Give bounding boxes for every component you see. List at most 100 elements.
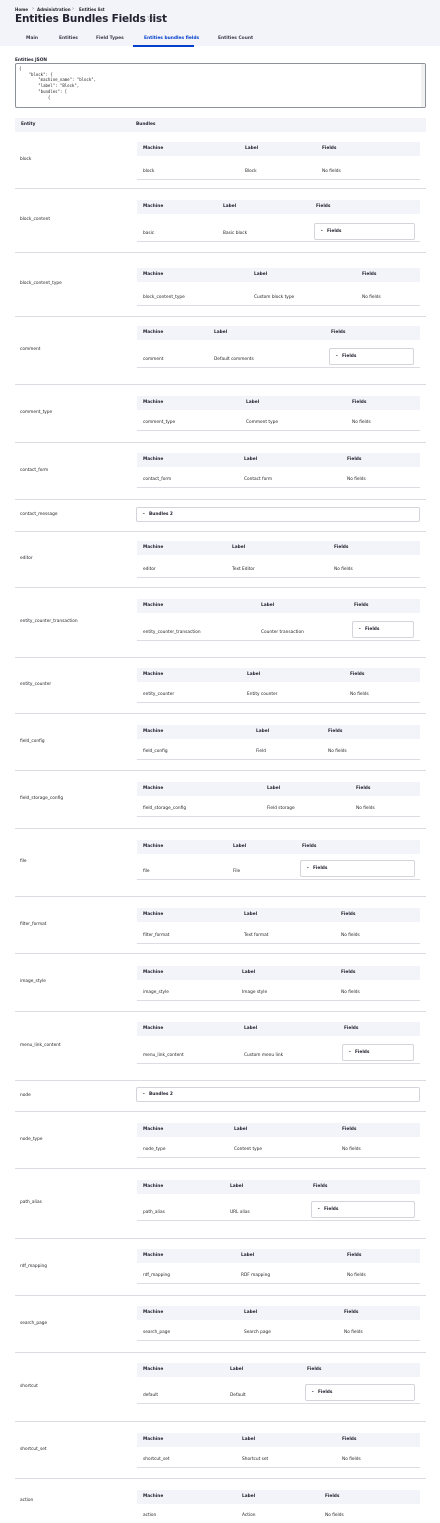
- active-tab-indicator: [133, 45, 194, 47]
- bundle-row-divider: [137, 430, 420, 431]
- entity-name: file: [20, 859, 27, 864]
- entity-name: search_page: [20, 1320, 48, 1326]
- bundle-label: Field storage: [267, 806, 295, 811]
- bundle-label: URL alias: [230, 1210, 250, 1215]
- bundle-label: Block: [245, 169, 257, 174]
- bundle-machine-name: comment_type: [143, 420, 176, 425]
- bundle-row-divider: [137, 241, 420, 242]
- tab-field-types[interactable]: Field Types: [96, 36, 124, 41]
- bundle-header-machine: Machine: [143, 1494, 164, 1499]
- bundle-row-divider: [137, 487, 420, 488]
- bundles-summary-label: Bundles 2: [149, 512, 173, 517]
- bundle-header-fields: Fields: [354, 603, 369, 608]
- table-header: Entity Bundles: [15, 118, 426, 132]
- column-header-bundles: Bundles: [136, 122, 156, 127]
- chevron-down-icon: ⌄: [306, 865, 310, 870]
- chevron-down-icon: ⌄: [142, 1091, 146, 1096]
- bundle-header-fields: Fields: [307, 1367, 322, 1372]
- row-divider: [15, 1478, 426, 1479]
- bundle-header-fields: Fields: [328, 729, 343, 734]
- bundle-row-divider: [137, 759, 420, 760]
- bundle-label: Text Editor: [232, 567, 255, 572]
- bundle-header-label: Label: [233, 844, 247, 849]
- fields-toggle[interactable]: ⌄ Fields: [352, 621, 414, 638]
- row-divider: [15, 1352, 426, 1353]
- bundle-label: Content type: [234, 1147, 263, 1152]
- bundle-header-label: Label: [245, 146, 259, 151]
- bundle-row-divider: [137, 943, 420, 944]
- bundle-row-divider: [137, 702, 420, 703]
- breadcrumb-home[interactable]: Home: [15, 7, 28, 12]
- tab-main[interactable]: Main: [26, 36, 38, 41]
- row-divider: [15, 657, 426, 658]
- entity-name: node_type: [20, 1136, 43, 1142]
- row-divider: [15, 587, 426, 588]
- row-divider: [15, 828, 426, 829]
- bundle-row-divider: [137, 1220, 420, 1221]
- bundle-table-header: Machine Label Fields: [137, 1123, 420, 1137]
- tab-entities[interactable]: Entities: [59, 36, 78, 41]
- fields-toggle[interactable]: ⌄ Fields: [342, 1044, 414, 1061]
- fields-toggle[interactable]: ⌄ Fields: [311, 1201, 415, 1218]
- bundle-machine-name: action: [143, 1513, 157, 1518]
- bundle-machine-name: entity_counter: [143, 692, 175, 697]
- bundle-header-machine: Machine: [143, 204, 164, 209]
- bundle-fields-value: No fields: [347, 1273, 366, 1278]
- bundle-header-fields: Fields: [350, 672, 365, 677]
- chevron-down-icon: ⌄: [142, 511, 146, 516]
- bundle-table-header: Machine Label Fields: [137, 326, 420, 340]
- bundle-fields-value: No fields: [342, 1457, 361, 1462]
- bundle-header-label: Label: [234, 1127, 248, 1132]
- bundle-header-label: Label: [241, 1253, 255, 1258]
- row-divider: [15, 499, 426, 500]
- tab-entities-bundles-fields[interactable]: Entities bundles fields: [144, 36, 199, 41]
- bundles-summary-toggle[interactable]: ⌄ Bundles 2: [136, 1087, 420, 1102]
- chevron-down-icon: ⌄: [348, 1049, 352, 1054]
- bundle-label: Field: [256, 749, 266, 754]
- fields-toggle[interactable]: ⌄ Fields: [314, 223, 415, 240]
- breadcrumb-separator-icon: ›: [32, 6, 34, 12]
- bundle-header-label: Label: [214, 330, 228, 335]
- bundle-table-header: Machine Label Fields: [137, 599, 420, 613]
- bundle-machine-name: menu_link_content: [143, 1053, 184, 1058]
- fields-toggle[interactable]: ⌄ Fields: [300, 860, 415, 877]
- textarea-scrollbar[interactable]: [421, 64, 425, 107]
- bundle-fields-value: No fields: [341, 933, 360, 938]
- bundle-header-label: Label: [230, 1367, 244, 1372]
- bundle-label: Custom menu link: [244, 1053, 284, 1058]
- bundle-label: Text format: [244, 933, 269, 938]
- entity-name: menu_link_content: [20, 1042, 61, 1048]
- bundle-header-label: Label: [232, 545, 246, 550]
- fields-toggle[interactable]: ⌄ Fields: [329, 348, 414, 365]
- entity-name: action: [20, 1497, 34, 1503]
- entities-json-textarea[interactable]: { "block": { "machine_name": "block", "l…: [15, 63, 426, 108]
- entity-name: entity_counter_transaction: [20, 619, 78, 624]
- fields-toggle[interactable]: ⌄ Fields: [305, 1384, 415, 1401]
- fields-toggle-label: Fields: [327, 229, 342, 234]
- breadcrumb-separator-icon: ›: [72, 6, 74, 12]
- entity-name: block_content: [20, 217, 51, 222]
- bundle-header-machine: Machine: [143, 1367, 164, 1372]
- bundle-machine-name: block_content_type: [143, 295, 185, 300]
- bundle-header-machine: Machine: [143, 1310, 164, 1315]
- bundle-machine-name: field_config: [143, 749, 168, 754]
- row-divider: [15, 1111, 426, 1112]
- entity-name: path_alias: [20, 1200, 42, 1205]
- bundle-label: Basic block: [223, 231, 248, 236]
- bundle-fields-value: No fields: [341, 990, 360, 995]
- bundle-machine-name: field_storage_config: [143, 806, 187, 811]
- bundle-machine-name: image_style: [143, 990, 169, 995]
- bundle-fields-value: No fields: [356, 806, 375, 811]
- bundle-label: Search page: [244, 1330, 271, 1335]
- bundles-summary-toggle[interactable]: ⌄ Bundles 2: [136, 507, 420, 522]
- fields-toggle-label: Fields: [324, 1207, 339, 1212]
- tab-entities-count[interactable]: Entities Count: [218, 36, 253, 41]
- breadcrumb-administration[interactable]: Administration: [37, 7, 71, 12]
- bundle-fields-value: No fields: [350, 692, 369, 697]
- bundle-header-label: Label: [244, 1310, 258, 1315]
- bundle-label: Action: [242, 1513, 256, 1518]
- bundle-table-header: Machine Label Fields: [137, 1180, 420, 1194]
- bundle-header-label: Label: [242, 970, 256, 975]
- star-icon[interactable]: ☆: [146, 13, 155, 24]
- fields-toggle-label: Fields: [313, 866, 328, 871]
